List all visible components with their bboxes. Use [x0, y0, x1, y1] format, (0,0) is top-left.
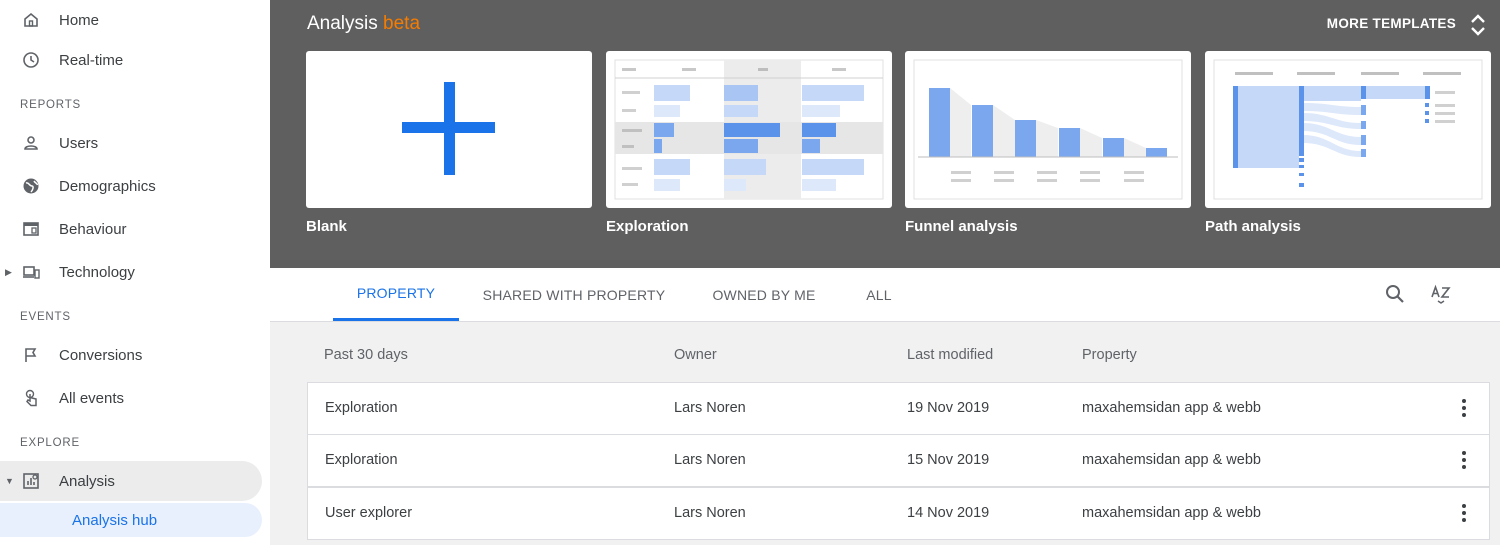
template-path-label[interactable]: Path analysis	[1205, 218, 1301, 235]
nav-technology[interactable]: ▶ Technology	[0, 252, 262, 292]
touch-icon	[21, 388, 41, 408]
nav-technology-label: Technology	[59, 263, 135, 281]
page-title: Analysis beta	[307, 13, 420, 35]
tab-owned-by-me[interactable]: OWNED BY ME	[698, 268, 830, 321]
row-last-modified: 19 Nov 2019	[907, 400, 990, 416]
more-templates-button[interactable]: MORE TEMPLATES	[1327, 16, 1456, 31]
path-thumbnail	[1213, 59, 1483, 200]
template-blank-label[interactable]: Blank	[306, 218, 347, 235]
nav-analysis[interactable]: ▼ Analysis	[0, 461, 262, 501]
more-vert-icon[interactable]	[1461, 398, 1467, 418]
explore-section-label: EXPLORE	[20, 437, 80, 449]
nav-analysis-hub[interactable]: Analysis hub	[0, 503, 262, 537]
more-vert-icon[interactable]	[1461, 503, 1467, 523]
browser-window-icon	[21, 219, 41, 239]
tab-shared-with-property[interactable]: SHARED WITH PROPERTY	[470, 268, 678, 321]
row-name: Exploration	[325, 400, 398, 416]
more-vert-icon[interactable]	[1461, 450, 1467, 470]
table-row[interactable]: Exploration Lars Noren 15 Nov 2019 maxah…	[307, 434, 1490, 487]
row-property: maxahemsidan app & webb	[1082, 452, 1261, 468]
funnel-thumbnail	[913, 59, 1183, 200]
tab-all[interactable]: ALL	[854, 268, 904, 321]
nav-demographics-label: Demographics	[59, 177, 156, 195]
search-icon[interactable]	[1383, 282, 1407, 306]
home-icon	[21, 10, 41, 30]
template-funnel-label[interactable]: Funnel analysis	[905, 218, 1018, 235]
nav-behaviour-label: Behaviour	[59, 220, 127, 238]
nav-realtime[interactable]: Real-time	[0, 40, 262, 80]
nav-home-label: Home	[59, 11, 100, 29]
row-last-modified: 15 Nov 2019	[907, 452, 990, 468]
page-title-text: Analysis	[307, 13, 378, 34]
nav-realtime-label: Real-time	[59, 51, 124, 69]
plus-icon	[402, 82, 495, 175]
filter-tabs: PROPERTY SHARED WITH PROPERTY OWNED BY M…	[270, 268, 1500, 322]
row-owner: Lars Noren	[674, 452, 746, 468]
nav-conversions-label: Conversions	[59, 346, 143, 364]
column-header-owner[interactable]: Owner	[674, 347, 717, 363]
template-blank-card[interactable]	[306, 51, 592, 208]
events-section-label: EVENTS	[20, 311, 71, 323]
row-owner: Lars Noren	[674, 400, 746, 416]
analysis-icon	[21, 471, 41, 491]
beta-badge: beta	[383, 13, 421, 34]
reports-section-label: REPORTS	[20, 99, 81, 111]
clock-icon	[21, 50, 41, 70]
unfold-more-icon[interactable]	[1468, 12, 1488, 38]
row-last-modified: 14 Nov 2019	[907, 505, 990, 521]
template-funnel-card[interactable]	[905, 51, 1191, 208]
nav-all-events[interactable]: All events	[0, 378, 262, 418]
template-exploration-card[interactable]	[606, 51, 892, 208]
person-icon	[21, 133, 41, 153]
row-name: Exploration	[325, 452, 398, 468]
column-header-date-range[interactable]: Past 30 days	[324, 347, 408, 363]
sort-az-icon[interactable]	[1430, 282, 1454, 306]
template-gallery: Analysis beta MORE TEMPLATES Blank Explo…	[270, 0, 1500, 268]
caret-right-icon[interactable]: ▶	[5, 267, 12, 278]
nav-users-label: Users	[59, 134, 99, 152]
analysis-list: Past 30 days Owner Last modified Propert…	[270, 322, 1500, 545]
table-row[interactable]: Exploration Lars Noren 19 Nov 2019 maxah…	[307, 382, 1490, 435]
row-owner: Lars Noren	[674, 505, 746, 521]
column-header-property[interactable]: Property	[1082, 347, 1137, 363]
row-name: User explorer	[325, 505, 413, 521]
nav-analysis-hub-label: Analysis hub	[72, 511, 158, 529]
nav-all-events-label: All events	[59, 389, 125, 407]
nav-home[interactable]: Home	[0, 0, 262, 40]
column-header-last-modified[interactable]: Last modified	[907, 347, 993, 363]
table-row[interactable]: User explorer Lars Noren 14 Nov 2019 max…	[307, 487, 1490, 540]
caret-down-icon[interactable]: ▼	[5, 476, 14, 486]
sidebar: Home Real-time REPORTS Users Demographic…	[0, 0, 270, 545]
tab-property[interactable]: PROPERTY	[333, 268, 459, 321]
exploration-thumbnail	[614, 59, 884, 200]
globe-icon	[21, 176, 41, 196]
row-property: maxahemsidan app & webb	[1082, 400, 1261, 416]
nav-analysis-label: Analysis	[59, 472, 115, 490]
flag-icon	[21, 345, 41, 365]
nav-behaviour[interactable]: Behaviour	[0, 209, 262, 249]
nav-demographics[interactable]: Demographics	[0, 166, 262, 206]
row-property: maxahemsidan app & webb	[1082, 505, 1261, 521]
template-exploration-label[interactable]: Exploration	[606, 218, 689, 235]
devices-icon	[21, 262, 41, 282]
nav-users[interactable]: Users	[0, 123, 262, 163]
nav-conversions[interactable]: Conversions	[0, 335, 262, 375]
template-path-card[interactable]	[1205, 51, 1491, 208]
